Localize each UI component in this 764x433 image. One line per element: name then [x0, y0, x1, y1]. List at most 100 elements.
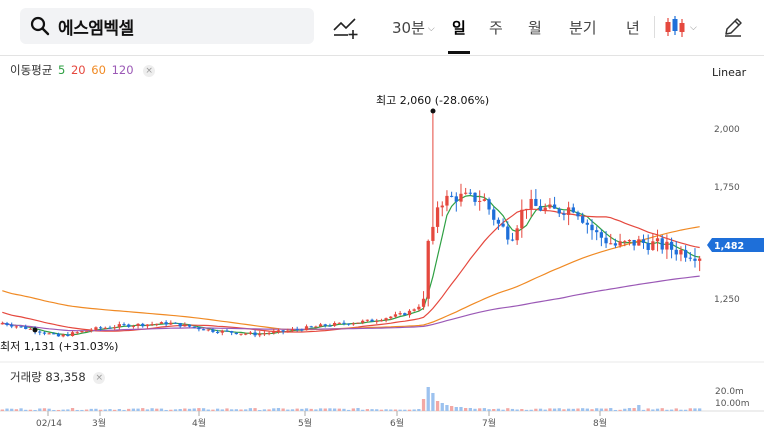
volume-bar [370, 409, 374, 411]
price-tick-label: 1,250 [714, 295, 740, 305]
candle-body [581, 216, 585, 223]
candle-body [361, 320, 365, 323]
candle-body [80, 331, 84, 333]
close-icon[interactable]: × [93, 372, 106, 384]
candle-body [225, 330, 229, 332]
ma-120-label: 120 [111, 63, 134, 77]
time-tick-label: 8월 [593, 417, 607, 429]
volume-bar [524, 409, 529, 411]
candle-body [538, 205, 543, 211]
candle [459, 183, 463, 207]
scale-toggle[interactable]: Linear [712, 66, 746, 79]
volume-bar [515, 409, 519, 411]
volume-bar [501, 409, 505, 411]
volume-bar [164, 409, 168, 411]
volume-bar [459, 407, 463, 411]
volume-bar [552, 408, 557, 411]
volume-bar [590, 409, 594, 411]
candle [10, 322, 14, 329]
candle [384, 317, 388, 323]
volume-bar [660, 408, 664, 411]
volume-bar [613, 409, 618, 411]
time-tick-label: 5월 [298, 417, 312, 429]
volume-legend[interactable]: 거래량 83,358 × [10, 369, 106, 385]
candle-body [641, 239, 646, 243]
volume-label: 거래량 [10, 370, 42, 384]
volume-bar [674, 408, 678, 411]
volume-bar [98, 409, 103, 411]
candle [42, 331, 47, 336]
candle-body [674, 249, 678, 255]
candle [136, 323, 140, 329]
candle [520, 199, 524, 238]
candle-body [482, 199, 487, 201]
candle-body [487, 199, 491, 210]
candle-body [618, 241, 622, 246]
candle [38, 330, 42, 336]
candle [117, 321, 121, 330]
ma-20-label: 20 [70, 63, 86, 77]
candle-body [56, 333, 61, 337]
candle [557, 207, 561, 217]
candle-body [19, 326, 23, 328]
time-axis: 02/14 3월 4월 5월 6월 7월 8월 [36, 411, 607, 429]
volume-bar [89, 408, 93, 411]
volume-bar [520, 409, 524, 411]
volume-bar [412, 409, 416, 411]
candle-body [183, 324, 187, 327]
candle-body [286, 330, 290, 332]
moving-average-legend[interactable]: 이동평균 5 20 60 120 × [10, 62, 157, 78]
candle-body [459, 193, 463, 202]
ma-120-line [2, 275, 700, 332]
candle [562, 210, 566, 221]
candle-body [356, 322, 360, 324]
candle-body [38, 331, 42, 333]
volume-bar [445, 405, 449, 411]
candle-body [510, 239, 515, 241]
candle-body [552, 204, 557, 209]
candle [318, 322, 323, 327]
candle-body [609, 243, 613, 245]
candle [169, 320, 173, 326]
candle [206, 329, 210, 332]
candle-body [534, 198, 538, 206]
candle-body [215, 331, 220, 333]
volume-bar [206, 409, 210, 411]
candle-body [679, 249, 683, 255]
candle-body [449, 195, 454, 197]
candle [435, 201, 440, 234]
volume-bar [230, 409, 234, 411]
volume-bar [403, 409, 407, 411]
candle [445, 190, 449, 212]
candle [492, 206, 496, 226]
volume-bar [332, 408, 337, 411]
volume-bar [440, 403, 444, 411]
volume-bar [384, 409, 388, 411]
last-price-value: 1,482 [714, 241, 744, 252]
close-icon[interactable]: × [143, 65, 156, 77]
volume-bar [389, 409, 393, 411]
candle-body [496, 219, 501, 224]
candle [407, 309, 412, 318]
low-annotation: 최저 1,131 (+31.03%) [0, 340, 118, 353]
volume-bar [192, 408, 196, 411]
candle [548, 198, 552, 210]
candle-body [169, 322, 173, 325]
volume-bar [426, 387, 430, 411]
candle-body [337, 322, 341, 324]
candle [529, 189, 533, 218]
candle-body [646, 242, 650, 250]
candle-body [347, 323, 351, 325]
candle-body [318, 324, 323, 327]
candle [173, 322, 178, 324]
candle-body [637, 239, 641, 246]
candle-body [435, 207, 440, 227]
volume-bar [431, 393, 435, 411]
volume-bar [84, 409, 89, 411]
candle [637, 235, 641, 246]
candle [103, 326, 107, 329]
candle [595, 226, 599, 241]
candle-body [94, 327, 98, 330]
candle-body [178, 322, 182, 327]
candle [698, 255, 702, 272]
